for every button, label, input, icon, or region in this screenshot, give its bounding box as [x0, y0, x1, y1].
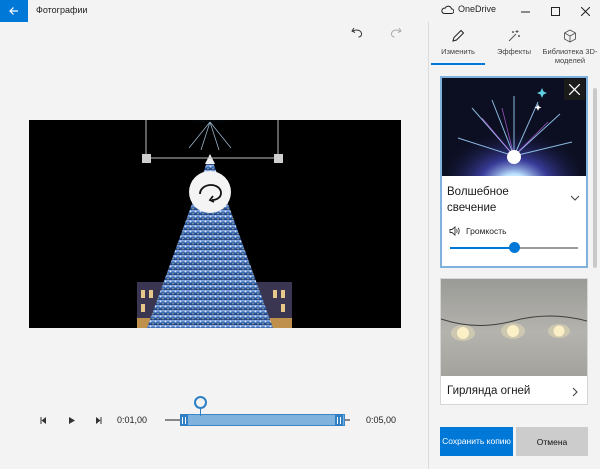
- timeline-selection[interactable]: [180, 414, 345, 426]
- preview-image: [137, 120, 292, 328]
- chevron-down-icon[interactable]: [569, 192, 581, 204]
- tab-label: Библиотека 3D-моделей: [542, 47, 598, 65]
- sparkle-icon: [508, 30, 520, 42]
- volume-slider-fill: [450, 247, 514, 249]
- active-tab-indicator: [431, 63, 485, 65]
- volume-label: Громкость: [466, 226, 507, 236]
- effect-thumbnail: [441, 279, 587, 376]
- effect-title: Волшебное свечение: [447, 186, 509, 214]
- tab-label: Изменить: [441, 47, 475, 56]
- tab-3d-library[interactable]: Библиотека 3D-моделей: [541, 22, 599, 66]
- play-icon: [68, 416, 75, 424]
- back-button[interactable]: [0, 0, 28, 22]
- close-icon: [569, 84, 580, 95]
- end-time: 0:05,00: [366, 415, 397, 425]
- close-icon: [580, 6, 590, 16]
- tab-effects[interactable]: Эффекты: [489, 22, 539, 66]
- redo-icon: [390, 27, 402, 38]
- back-arrow-icon: [9, 7, 18, 15]
- close-window-button[interactable]: [570, 0, 600, 22]
- minimize-button[interactable]: [510, 0, 540, 22]
- redo-button[interactable]: [386, 24, 406, 40]
- undo-icon: [351, 27, 363, 38]
- effect-card-magic-glow[interactable]: [440, 76, 588, 268]
- app-title: Фотографии: [36, 5, 88, 15]
- cloud-icon: [441, 5, 454, 14]
- playhead-line: [200, 408, 201, 416]
- tab-edit[interactable]: Изменить: [431, 22, 485, 66]
- next-frame-button[interactable]: [91, 413, 105, 427]
- tab-label: Эффекты: [496, 47, 532, 56]
- onedrive-label: OneDrive: [458, 4, 497, 14]
- trim-start-handle[interactable]: [180, 414, 188, 426]
- chevron-right-icon[interactable]: [569, 386, 581, 398]
- trim-end-handle[interactable]: [335, 414, 343, 426]
- cube-icon: [564, 29, 576, 43]
- current-time: 0:01,00: [117, 415, 148, 425]
- maximize-icon: [550, 6, 560, 16]
- step-forward-icon: [95, 416, 101, 424]
- pencil-icon: [452, 29, 465, 42]
- volume-row: Громкость: [449, 226, 507, 236]
- scrollbar-thumb[interactable]: [593, 88, 597, 268]
- onedrive-status[interactable]: OneDrive: [441, 4, 496, 14]
- string-lights-image: [441, 315, 587, 341]
- previous-frame-button[interactable]: [36, 413, 50, 427]
- title-bar: Фотографии OneDrive: [0, 0, 600, 22]
- speaker-icon: [449, 226, 460, 236]
- step-back-icon: [40, 416, 46, 424]
- effect-title: Гирлянда огней: [447, 385, 531, 397]
- video-preview[interactable]: [29, 120, 401, 328]
- cancel-button[interactable]: Отмена: [516, 427, 588, 456]
- maximize-button[interactable]: [540, 0, 570, 22]
- minimize-icon: [520, 11, 530, 12]
- undo-button[interactable]: [347, 24, 367, 40]
- play-button[interactable]: [64, 413, 78, 427]
- save-copy-button[interactable]: Сохранить копию: [440, 427, 513, 456]
- volume-slider-thumb[interactable]: [508, 242, 520, 253]
- playhead-handle[interactable]: [194, 396, 207, 409]
- remove-effect-button[interactable]: [564, 79, 585, 100]
